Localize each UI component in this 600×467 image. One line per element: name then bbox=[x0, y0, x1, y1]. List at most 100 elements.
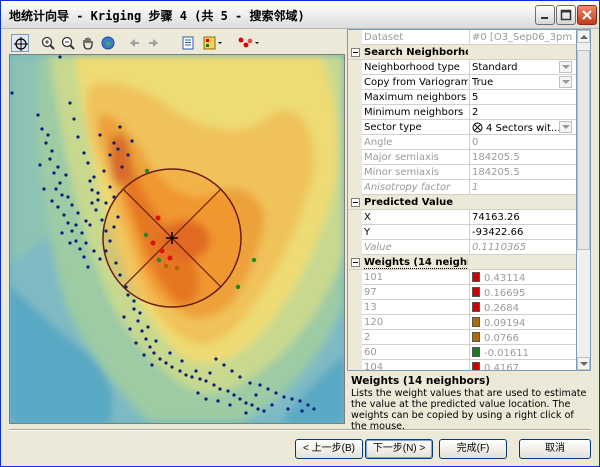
full-extent-tool[interactable] bbox=[11, 34, 29, 52]
sample-point bbox=[44, 141, 48, 145]
window-title: 地统计向导 - Kriging 步骤 4 (共 5 - 搜索邻域) bbox=[9, 9, 305, 23]
prop-value[interactable]: -93422.66 bbox=[472, 227, 572, 240]
prop-value[interactable]: 5 bbox=[472, 92, 572, 105]
sample-point bbox=[204, 379, 208, 383]
back-button[interactable]: < 上一步(B) bbox=[295, 439, 363, 459]
category-search-neighborhood[interactable]: Search Neighborhood bbox=[348, 45, 576, 60]
weight-row[interactable]: 97 0.16695 bbox=[348, 285, 576, 300]
description-pane: Weights (14 neighbors) Lists the weight … bbox=[347, 373, 591, 432]
map-view[interactable] bbox=[9, 54, 345, 424]
category-weights[interactable]: Weights (14 neighbors) bbox=[348, 255, 576, 270]
sample-point bbox=[56, 165, 60, 169]
legend-tool[interactable] bbox=[201, 34, 222, 52]
description-title: Weights (14 neighbors) bbox=[351, 375, 491, 387]
sample-point bbox=[60, 193, 64, 197]
prop-neighborhood-type[interactable]: Neighborhood type Standard bbox=[348, 60, 576, 75]
arrow-left-icon bbox=[130, 39, 139, 47]
prop-anisotropy-factor[interactable]: Anisotropy factor 1 bbox=[348, 180, 576, 195]
sample-point bbox=[142, 353, 146, 357]
close-button[interactable] bbox=[577, 5, 597, 25]
symbol-tool[interactable] bbox=[235, 34, 259, 52]
sample-point bbox=[92, 249, 96, 253]
prop-angle[interactable]: Angle 0 bbox=[348, 135, 576, 150]
prop-label: Minor semiaxis bbox=[364, 167, 440, 178]
sample-point bbox=[86, 161, 90, 165]
prop-sector-type[interactable]: Sector type 4 Sectors wit... bbox=[348, 120, 576, 135]
prop-major-semiaxis[interactable]: Major semiaxis 184205.5 bbox=[348, 150, 576, 165]
weight-row[interactable]: 13 0.2684 bbox=[348, 300, 576, 315]
sample-point bbox=[248, 381, 252, 385]
collapse-icon[interactable] bbox=[351, 48, 360, 57]
sample-point bbox=[196, 391, 200, 395]
sample-point bbox=[116, 147, 120, 151]
prop-copy-from-variogram[interactable]: Copy from Variogram True bbox=[348, 75, 576, 90]
prop-dataset[interactable]: Dataset #0 [O3_Sep06_3pm... bbox=[348, 30, 576, 45]
sample-point bbox=[134, 341, 138, 345]
prop-minor-semiaxis[interactable]: Minor semiaxis 184205.5 bbox=[348, 165, 576, 180]
forward-extent-tool[interactable] bbox=[145, 34, 163, 52]
sample-point bbox=[250, 403, 254, 407]
property-grid: Dataset #0 [O3_Sep06_3pm... Search Neigh… bbox=[347, 29, 577, 371]
scroll-down-button[interactable] bbox=[577, 357, 590, 370]
weight-row[interactable]: 60 -0.01611 bbox=[348, 345, 576, 360]
title-bar: 地统计向导 - Kriging 步骤 4 (共 5 - 搜索邻域) bbox=[1, 1, 599, 29]
finish-button[interactable]: 完成(F) bbox=[439, 439, 507, 459]
prop-label: Dataset bbox=[364, 32, 404, 43]
sample-point bbox=[40, 127, 44, 131]
scroll-thumb[interactable] bbox=[577, 50, 590, 250]
weight-neighbor-id: 13 bbox=[364, 302, 377, 313]
next-button[interactable]: 下一步(N) > bbox=[365, 439, 433, 459]
cancel-button[interactable]: 取消 bbox=[519, 439, 591, 459]
sample-point bbox=[112, 141, 116, 145]
zoom-in-tool[interactable] bbox=[39, 34, 57, 52]
sample-point bbox=[120, 165, 124, 169]
back-extent-tool[interactable] bbox=[125, 34, 143, 52]
maximize-button[interactable] bbox=[556, 5, 576, 25]
sample-point bbox=[60, 231, 64, 235]
dropdown-button[interactable] bbox=[559, 61, 572, 73]
prop-x[interactable]: X 74163.26 bbox=[348, 210, 576, 225]
interpolation-map[interactable] bbox=[10, 55, 344, 423]
dots-icon bbox=[238, 37, 259, 48]
sample-point bbox=[62, 213, 66, 217]
dropdown-button[interactable] bbox=[559, 121, 572, 133]
weight-row[interactable]: 101 0.43114 bbox=[348, 270, 576, 285]
prop-value[interactable]: 74163.26 bbox=[472, 212, 572, 225]
sample-point bbox=[150, 363, 154, 367]
collapse-icon[interactable] bbox=[351, 198, 360, 207]
dropdown-button[interactable] bbox=[559, 76, 572, 88]
prop-maximum-neighbors[interactable]: Maximum neighbors 5 bbox=[348, 90, 576, 105]
sample-point bbox=[76, 211, 80, 215]
category-predicted-value[interactable]: Predicted Value bbox=[348, 195, 576, 210]
globe-tool[interactable] bbox=[99, 34, 117, 52]
sample-point bbox=[90, 201, 94, 205]
sample-point bbox=[228, 403, 232, 407]
table-icon bbox=[182, 36, 194, 50]
prop-minimum-neighbors[interactable]: Minimum neighbors 2 bbox=[348, 105, 576, 120]
sample-point bbox=[98, 257, 102, 261]
sample-point bbox=[270, 403, 274, 407]
pan-tool[interactable] bbox=[79, 34, 97, 52]
sample-point bbox=[230, 369, 234, 373]
collapse-icon[interactable] bbox=[351, 258, 360, 267]
scroll-up-button[interactable] bbox=[577, 30, 590, 43]
sample-point bbox=[98, 133, 102, 137]
property-grid-scrollbar[interactable] bbox=[577, 29, 591, 371]
sample-point bbox=[146, 325, 150, 329]
minimize-button[interactable] bbox=[535, 5, 555, 25]
weight-row[interactable]: 2 0.0766 bbox=[348, 330, 576, 345]
sample-point bbox=[140, 329, 144, 333]
prop-value[interactable]: Value 0.1110365 bbox=[348, 240, 576, 255]
prop-value[interactable]: 2 bbox=[472, 107, 572, 120]
weight-row[interactable]: 104 0.4167 bbox=[348, 360, 576, 370]
table-tool[interactable] bbox=[179, 34, 197, 52]
prop-y[interactable]: Y -93422.66 bbox=[348, 225, 576, 240]
sample-point bbox=[74, 239, 78, 243]
zoom-out-tool[interactable] bbox=[59, 34, 77, 52]
sample-point bbox=[238, 375, 242, 379]
chevron-down-icon bbox=[562, 80, 570, 84]
sample-point bbox=[112, 195, 116, 199]
sample-point bbox=[64, 173, 68, 177]
maximize-icon bbox=[560, 9, 572, 21]
weight-row[interactable]: 120 0.09194 bbox=[348, 315, 576, 330]
